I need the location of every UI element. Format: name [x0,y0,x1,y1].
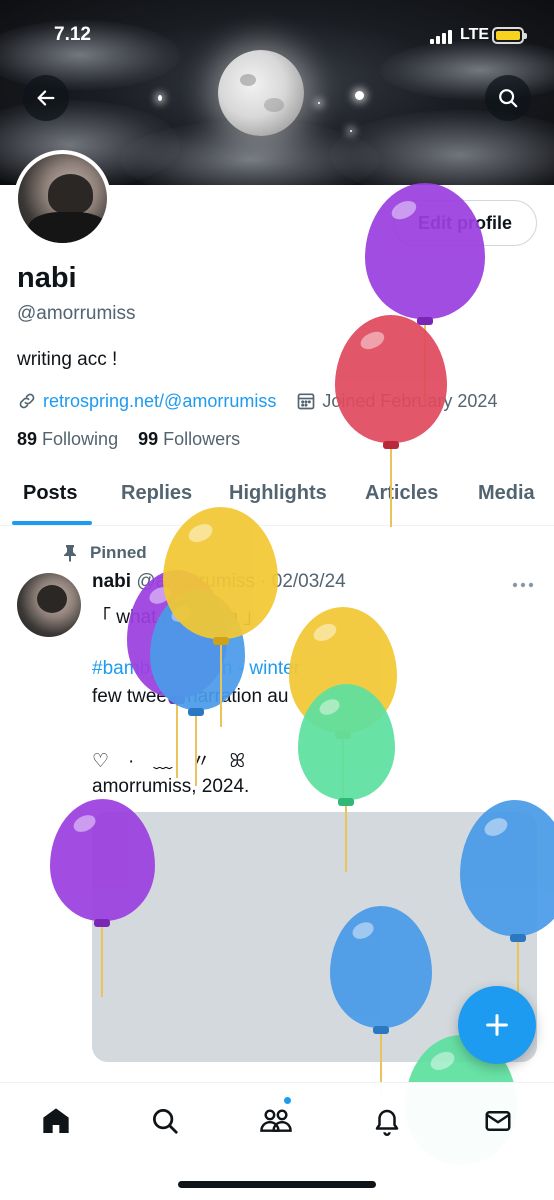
bell-icon [375,1109,399,1136]
tab-media[interactable]: Media [478,482,535,505]
home-icon [43,1108,69,1133]
post-author-name[interactable]: nabi [92,571,131,592]
network-label: LTE [460,26,490,43]
nav-search[interactable] [145,1101,185,1141]
balloon-decoration [298,684,395,874]
calendar-icon [298,393,315,410]
plus-icon [486,1014,508,1036]
display-name: nabi [17,262,77,294]
nav-messages[interactable] [478,1101,518,1141]
tab-replies[interactable]: Replies [121,482,192,505]
home-indicator [178,1181,376,1188]
profile-avatar[interactable] [14,150,111,247]
followers-link[interactable]: 99 Followers [138,429,240,449]
compose-button[interactable] [458,986,536,1064]
balloon-decoration [163,507,278,729]
mail-icon [485,1111,511,1131]
back-button[interactable] [23,75,69,121]
more-icon[interactable] [512,581,534,589]
follow-stats: 89 Following 99 Followers [17,429,240,450]
balloon-decoration [335,315,447,530]
balloon-decoration [50,799,155,999]
link-icon [19,393,35,409]
tab-highlights[interactable]: Highlights [229,482,327,505]
following-link[interactable]: 89 Following [17,429,118,449]
profile-handle: @amorrumiss [17,303,136,324]
communities-icon [260,1109,292,1132]
profile-link[interactable]: retrospring.net/@amorrumiss [43,391,276,412]
search-button[interactable] [485,75,531,121]
pinned-label: Pinned [62,543,147,563]
signal-icon [430,28,456,44]
pin-icon [64,545,76,562]
notification-dot [283,1096,292,1105]
post-author-avatar[interactable] [17,573,81,637]
nav-home[interactable] [36,1101,76,1141]
active-tab-indicator [12,521,92,525]
tab-posts[interactable]: Posts [23,482,77,505]
profile-bio: writing acc ! [17,349,118,370]
balloon-decoration [460,800,554,1015]
status-bar: 7.12 LTE [0,0,554,72]
battery-icon [492,27,527,44]
search-icon [153,1109,178,1134]
arrow-left-icon [37,90,55,106]
nav-notifications[interactable] [367,1101,407,1141]
search-icon [499,89,518,108]
nav-communities[interactable] [256,1101,296,1141]
status-time: 7.12 [54,24,91,45]
